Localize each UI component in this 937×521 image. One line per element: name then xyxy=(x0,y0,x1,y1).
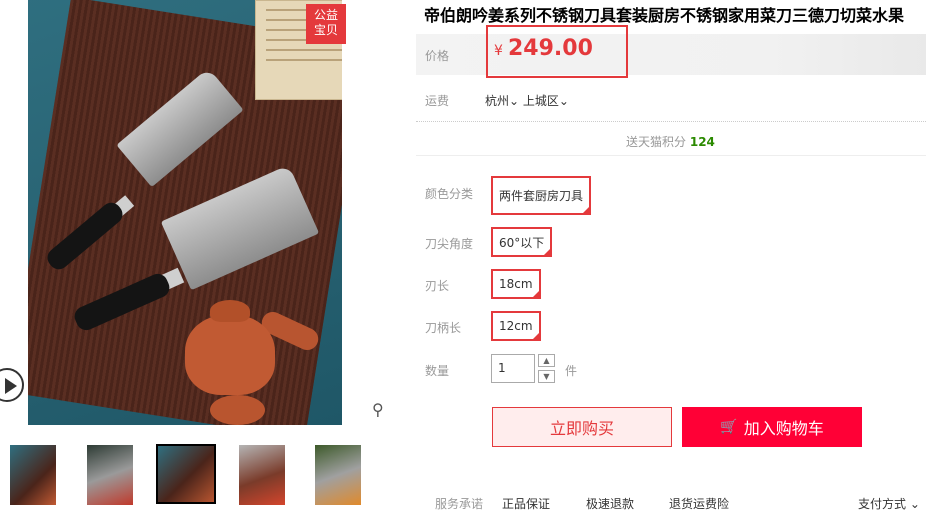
charity-badge-line2: 宝贝 xyxy=(313,23,338,37)
handle-length-option-selected[interactable]: 12cm xyxy=(491,311,541,341)
payment-method-label: 支付方式 xyxy=(858,497,907,511)
teacup xyxy=(210,395,265,425)
thumbnail-5-image xyxy=(315,445,361,505)
currency-symbol: ¥ xyxy=(494,43,503,59)
chevron-down-icon: ⌄ xyxy=(558,94,569,108)
thumbnail-3-image xyxy=(158,446,214,502)
main-product-photo[interactable]: 公益 宝贝 ⚲ xyxy=(0,0,393,425)
divider xyxy=(416,155,926,156)
teapot-lid xyxy=(210,300,250,322)
teapot xyxy=(185,315,275,395)
quantity-input[interactable]: 1 xyxy=(491,354,535,383)
thumbnail-3-selected[interactable] xyxy=(156,444,216,504)
blade-length-label: 刃长 xyxy=(425,279,450,293)
service-item[interactable]: 正品保证 xyxy=(502,495,550,512)
service-label: 服务承诺 xyxy=(435,497,484,511)
shipping-label: 运费 xyxy=(425,94,450,108)
points-info: 送天猫积分 124 xyxy=(626,133,715,150)
zoom-icon[interactable]: ⚲ xyxy=(372,400,384,419)
thumbnail-4[interactable] xyxy=(239,445,285,505)
color-option-label: 颜色分类 xyxy=(425,187,474,201)
tip-angle-value: 60°以下 xyxy=(499,235,545,250)
shipping-city: 杭州 xyxy=(485,94,510,108)
thumbnail-1[interactable] xyxy=(10,445,56,505)
points-value: 124 xyxy=(689,135,715,149)
handle-length-value: 12cm xyxy=(499,319,533,333)
photo-margin-left xyxy=(0,0,28,425)
buy-now-button[interactable]: 立即购买 xyxy=(492,407,672,447)
tip-angle-option-selected[interactable]: 60°以下 xyxy=(491,227,553,257)
chevron-down-icon: ⌄ xyxy=(909,497,920,511)
payment-method-dropdown[interactable]: 支付方式 ⌄ xyxy=(858,495,920,512)
chevron-down-icon: ⌄ xyxy=(509,94,520,108)
quantity-decrease-button[interactable]: ▼ xyxy=(538,370,555,383)
thumbnail-2-image xyxy=(87,445,133,505)
shipping-city-select[interactable]: 杭州⌄ xyxy=(485,94,519,108)
price-highlight-box: ¥ 249.00 xyxy=(486,25,628,78)
thumbnail-2[interactable] xyxy=(87,445,133,505)
thumbnail-1-image xyxy=(10,445,56,505)
product-title: 帝伯朗吟姜系列不锈钢刀具套装厨房不锈钢家用菜刀三德刀切菜水果 xyxy=(424,6,905,25)
blade-length-option-selected[interactable]: 18cm xyxy=(491,269,541,299)
shipping-district-select[interactable]: 上城区⌄ xyxy=(523,94,569,108)
charity-badge-line1: 公益 xyxy=(313,8,338,22)
shipping-district: 上城区 xyxy=(522,94,559,108)
color-option-selected[interactable]: 两件套厨房刀具 xyxy=(491,176,592,215)
price-row: 价格 ¥ 249.00 xyxy=(416,25,926,78)
service-item[interactable]: 极速退款 xyxy=(586,495,634,512)
service-item[interactable]: 退货运费险 xyxy=(669,495,729,512)
quantity-label: 数量 xyxy=(425,364,450,378)
quantity-unit: 件 xyxy=(565,364,578,378)
photo-margin-right xyxy=(342,0,393,425)
cart-icon: 🛒 xyxy=(720,419,738,435)
quantity-increase-button[interactable]: ▲ xyxy=(538,354,555,367)
shipping-location: 杭州⌄ 上城区⌄ xyxy=(485,92,569,109)
thumbnail-4-image xyxy=(239,445,285,505)
blade-length-value: 18cm xyxy=(499,277,533,291)
points-text: 送天猫积分 xyxy=(626,135,687,149)
divider xyxy=(416,121,926,122)
price-label: 价格 xyxy=(425,49,450,63)
tip-angle-label: 刀尖角度 xyxy=(425,237,474,251)
charity-badge: 公益 宝贝 xyxy=(306,4,346,44)
add-to-cart-button[interactable]: 🛒 加入购物车 xyxy=(682,407,862,447)
color-option-value: 两件套厨房刀具 xyxy=(499,189,584,203)
buy-now-label: 立即购买 xyxy=(549,419,614,438)
price-value: 249.00 xyxy=(508,36,593,61)
add-to-cart-label: 加入购物车 xyxy=(743,419,824,438)
handle-length-label: 刀柄长 xyxy=(425,321,462,335)
thumbnail-5[interactable] xyxy=(315,445,361,505)
